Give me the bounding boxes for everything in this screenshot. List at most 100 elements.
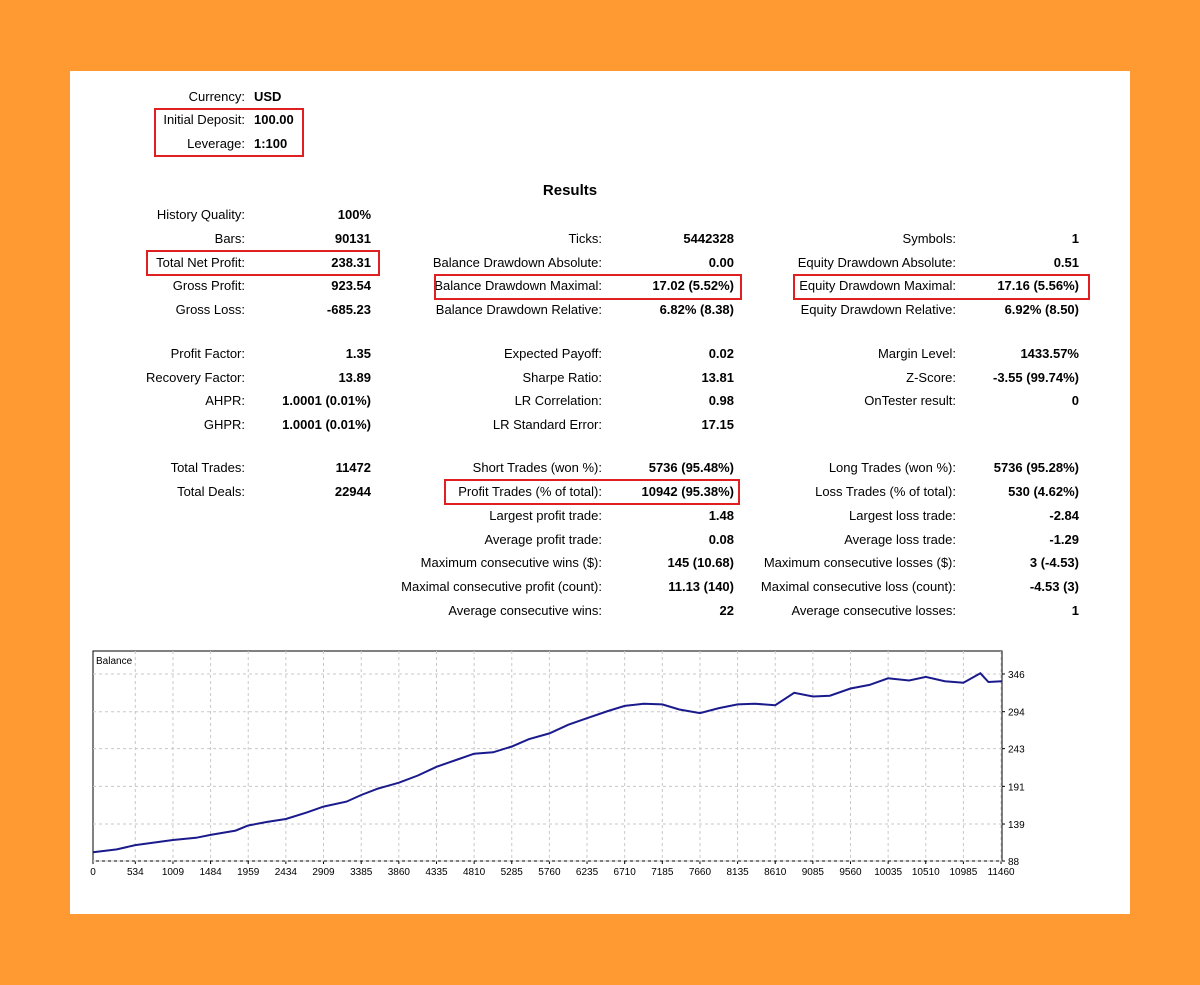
expected-payoff-value: 0.02 xyxy=(708,346,734,361)
chart-x-tick-label: 4810 xyxy=(463,867,486,878)
chart-x-tick-label: 4335 xyxy=(425,867,448,878)
equity-drawdown-absolute-value: 0.51 xyxy=(1053,255,1079,270)
balance-chart: 0 534 1009 1484 1959 2434 2909 3385 3860 4335 4810… xyxy=(90,650,1025,878)
gross-profit-label: Gross Profit: xyxy=(172,278,245,293)
chart-y-tick-label: 243 xyxy=(1008,745,1025,756)
margin-level-value: 1433.57% xyxy=(1020,346,1079,361)
profit-factor-value: 1.35 xyxy=(345,346,371,361)
recovery-factor-label: Recovery Factor: xyxy=(146,370,245,385)
ghpr-label: GHPR: xyxy=(203,417,245,432)
equity-drawdown-relative-label: Equity Drawdown Relative: xyxy=(800,302,956,317)
chart-x-tick-label: 7660 xyxy=(689,867,712,878)
chart-x-tick-label: 3860 xyxy=(388,867,411,878)
chart-y-tick-label: 139 xyxy=(1008,820,1025,831)
chart-x-tick-label: 1009 xyxy=(162,867,185,878)
long-trades-won-value: 5736 (95.28%) xyxy=(993,460,1079,475)
average-consecutive-losses-label: Average consecutive losses: xyxy=(791,603,956,618)
expected-payoff-label: Expected Payoff: xyxy=(503,346,602,361)
chart-x-tick-label: 3385 xyxy=(350,867,373,878)
average-consecutive-wins-label: Average consecutive wins: xyxy=(448,603,602,618)
total-trades-label: Total Trades: xyxy=(170,460,245,475)
margin-level-label: Margin Level: xyxy=(877,346,956,361)
total-trades-value: 11472 xyxy=(335,460,371,475)
highlight-total-net-profit xyxy=(146,250,380,276)
chart-x-tick-label: 2434 xyxy=(275,867,298,878)
chart-x-tick-label: 10985 xyxy=(950,867,978,878)
total-deals-value: 22944 xyxy=(334,484,371,499)
ontester-result-label: OnTester result: xyxy=(864,393,956,408)
currency-label: Currency: xyxy=(188,89,245,104)
short-trades-won-label: Short Trades (won %): xyxy=(472,460,602,475)
highlight-balance-drawdown-maximal xyxy=(434,274,742,300)
recovery-factor-value: 13.89 xyxy=(338,370,371,385)
chart-x-tick-label: 534 xyxy=(127,867,144,878)
lr-correlation-label: LR Correlation: xyxy=(514,393,602,408)
chart-x-tick-label: 11460 xyxy=(988,867,1016,878)
bars-value: 90131 xyxy=(334,231,371,246)
average-loss-trade-value: -1.29 xyxy=(1049,532,1079,547)
gross-profit-value: 923.54 xyxy=(331,278,371,293)
average-loss-trade-label: Average loss trade: xyxy=(844,532,956,547)
chart-x-tick-label: 5760 xyxy=(538,867,561,878)
maximal-consecutive-loss-count-value: -4.53 (3) xyxy=(1029,579,1079,594)
z-score-label: Z-Score: xyxy=(906,370,956,385)
chart-x-tick-label: 5285 xyxy=(501,867,524,878)
maximum-consecutive-wins-value: 145 (10.68) xyxy=(667,555,735,570)
largest-loss-trade-label: Largest loss trade: xyxy=(849,508,956,523)
currency-value: USD xyxy=(254,89,282,104)
largest-loss-trade-value: -2.84 xyxy=(1049,508,1079,523)
ticks-label: Ticks: xyxy=(568,231,602,246)
symbols-label: Symbols: xyxy=(902,231,956,246)
chart-title: Balance xyxy=(96,656,133,667)
balance-drawdown-relative-value: 6.82% (8.38) xyxy=(659,302,734,317)
highlight-profit-trades xyxy=(444,479,740,505)
maximal-consecutive-loss-count-label: Maximal consecutive loss (count): xyxy=(760,579,956,594)
highlight-equity-drawdown-maximal xyxy=(793,274,1090,300)
ahpr-label: AHPR: xyxy=(205,393,245,408)
chart-x-tick-label: 6710 xyxy=(614,867,637,878)
chart-y-tick-label: 346 xyxy=(1008,670,1025,681)
maximal-consecutive-profit-count-label: Maximal consecutive profit (count): xyxy=(401,579,602,594)
loss-trades-of-total-value: 530 (4.62%) xyxy=(1008,484,1079,499)
chart-x-tick-label: 2909 xyxy=(312,867,335,878)
chart-x-tick-label: 1959 xyxy=(237,867,260,878)
ontester-result-value: 0 xyxy=(1071,393,1079,408)
chart-x-tick-label: 1484 xyxy=(199,867,222,878)
history-quality-value: 100% xyxy=(337,207,371,222)
total-deals-label: Total Deals: xyxy=(177,484,245,499)
lr-standard-error-value: 17.15 xyxy=(701,417,734,432)
long-trades-won-label: Long Trades (won %): xyxy=(828,460,956,475)
average-profit-trade-value: 0.08 xyxy=(708,532,734,547)
largest-profit-trade-value: 1.48 xyxy=(708,508,734,523)
loss-trades-of-total-label: Loss Trades (% of total): xyxy=(815,484,956,499)
average-profit-trade-label: Average profit trade: xyxy=(484,532,602,547)
balance-drawdown-relative-label: Balance Drawdown Relative: xyxy=(435,302,602,317)
symbols-value: 1 xyxy=(1071,231,1079,246)
chart-x-tick-label: 0 xyxy=(90,867,96,878)
balance-drawdown-absolute-label: Balance Drawdown Absolute: xyxy=(432,255,602,270)
profit-factor-label: Profit Factor: xyxy=(170,346,245,361)
short-trades-won-value: 5736 (95.48%) xyxy=(648,460,734,475)
chart-y-tick-label: 191 xyxy=(1008,782,1025,793)
lr-correlation-value: 0.98 xyxy=(708,393,734,408)
chart-x-tick-label: 10510 xyxy=(912,867,940,878)
chart-x-tick-label: 8135 xyxy=(726,867,749,878)
maximum-consecutive-losses-label: Maximum consecutive losses ($): xyxy=(763,555,956,570)
ticks-value: 5442328 xyxy=(683,231,734,246)
gross-loss-label: Gross Loss: xyxy=(175,302,245,317)
highlight-deposit-leverage xyxy=(154,108,304,157)
balance-drawdown-absolute-value: 0.00 xyxy=(708,255,734,270)
lr-standard-error-label: LR Standard Error: xyxy=(492,417,602,432)
history-quality-label: History Quality: xyxy=(156,207,245,222)
gross-loss-value: -685.23 xyxy=(326,302,371,317)
chart-x-tick-label: 7185 xyxy=(651,867,674,878)
chart-y-tick-label: 294 xyxy=(1008,708,1025,719)
ghpr-value: 1.0001 (0.01%) xyxy=(282,417,371,432)
average-consecutive-losses-value: 1 xyxy=(1071,603,1079,618)
equity-drawdown-relative-value: 6.92% (8.50) xyxy=(1004,302,1079,317)
ahpr-value: 1.0001 (0.01%) xyxy=(282,393,371,408)
maximal-consecutive-profit-count-value: 11.13 (140) xyxy=(668,579,734,594)
sharpe-ratio-value: 13.81 xyxy=(701,370,734,385)
chart-plot-area xyxy=(92,650,1003,862)
chart-x-tick-label: 9560 xyxy=(839,867,862,878)
